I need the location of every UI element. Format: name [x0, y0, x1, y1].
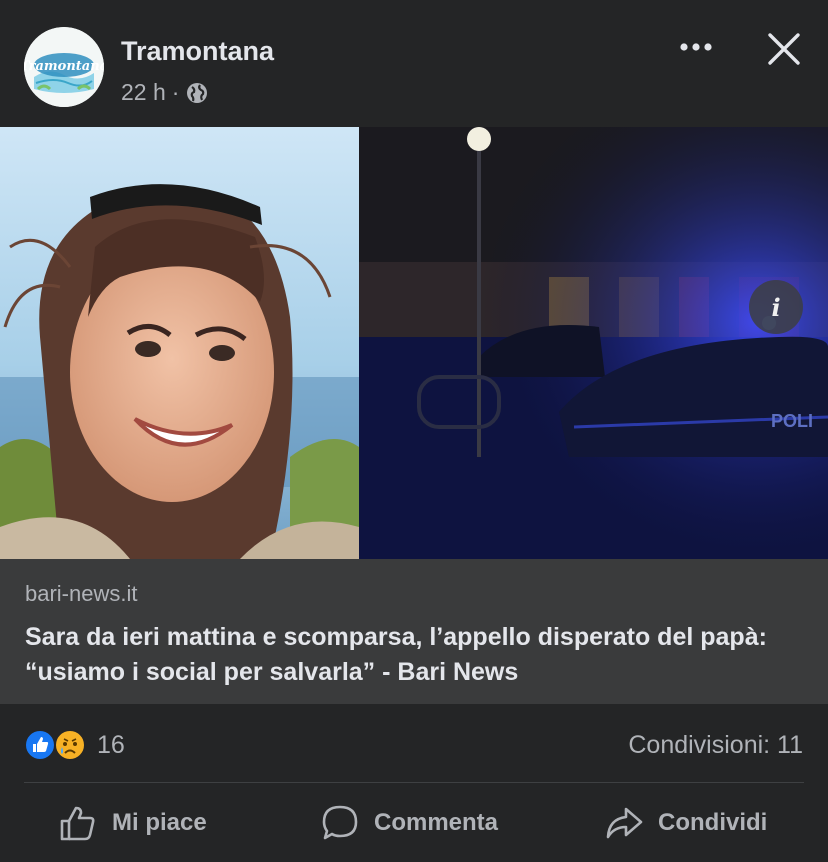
link-preview-image[interactable]: POLI i — [0, 127, 828, 559]
close-button[interactable] — [765, 30, 803, 68]
action-bar: Mi piace Commenta Condividi — [0, 783, 828, 862]
page-name[interactable]: Tramontana — [121, 36, 274, 67]
link-domain: bari-news.it — [25, 581, 138, 606]
close-icon — [768, 33, 800, 65]
share-label: Condividi — [658, 809, 768, 836]
police-car-lettering: POLI — [771, 411, 813, 431]
thumbs-up-icon — [60, 806, 95, 841]
link-title[interactable]: Sara da ieri mattina e scomparsa, l’appe… — [25, 620, 815, 690]
reactions-row: 16 Condivisioni: 11 — [0, 704, 828, 784]
post-time[interactable]: 22 h — [121, 79, 166, 106]
post-header: Tramontana Tramontana 22 h · — [0, 0, 828, 127]
comment-label: Commenta — [374, 809, 499, 836]
share-arrow-icon — [606, 807, 643, 839]
like-button[interactable]: Mi piace — [58, 801, 207, 845]
more-dots-icon — [680, 43, 712, 51]
globe-icon — [187, 82, 208, 103]
reaction-icons[interactable] — [24, 729, 90, 761]
like-label: Mi piace — [112, 809, 207, 836]
portrait-photo — [0, 127, 359, 559]
avatar-logo-text: Tramontana — [24, 59, 104, 74]
like-reaction-icon — [24, 729, 56, 761]
comment-button[interactable]: Commenta — [320, 801, 498, 845]
comment-bubble-icon — [322, 805, 358, 840]
meta-separator: · — [171, 79, 180, 105]
share-button[interactable]: Condividi — [604, 801, 767, 845]
avatar-logo: Tramontana — [24, 27, 104, 107]
info-icon: i — [771, 292, 781, 322]
reaction-count[interactable]: 16 — [97, 731, 125, 760]
page-avatar[interactable]: Tramontana — [24, 27, 104, 107]
post-meta: 22 h · — [121, 79, 209, 106]
link-preview-card[interactable]: bari-news.it Sara da ieri mattina e scom… — [0, 559, 828, 704]
sad-reaction-icon — [54, 729, 86, 761]
more-options-button[interactable] — [676, 32, 716, 62]
shares-count[interactable]: Condivisioni: 11 — [628, 731, 803, 760]
police-night-photo: POLI — [359, 127, 828, 559]
info-button[interactable]: i — [749, 280, 803, 334]
